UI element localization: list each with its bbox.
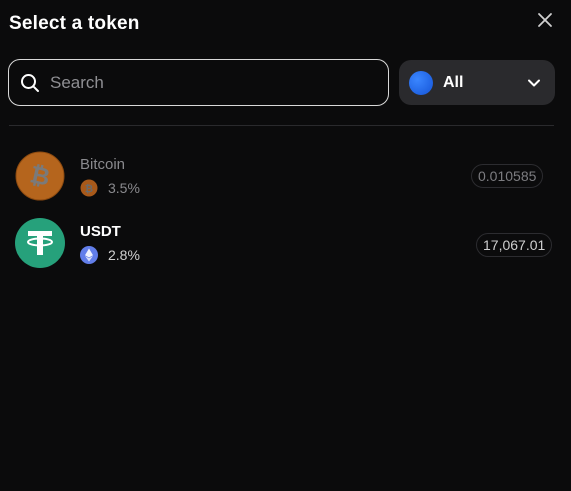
token-percent: 3.5% [108,180,140,196]
bitcoin-logo-icon: ₿ [15,151,65,201]
token-percent: 2.8% [108,247,140,263]
search-box[interactable] [8,59,389,106]
network-filter-dropdown[interactable]: All [399,60,555,105]
ethereum-icon [80,246,98,264]
token-balance: 17,067.01 [476,233,553,257]
network-icon [409,70,433,95]
divider [9,125,554,126]
tether-logo-icon [15,218,65,268]
page-title: Select a token [9,13,140,34]
close-icon[interactable] [536,11,554,29]
token-row-usdt[interactable]: USDT 2.8% 17,067.01 [0,218,571,278]
chevron-down-icon [528,79,540,87]
token-row-bitcoin[interactable]: ₿ Bitcoin ₿ 3.5% 0.010585 [0,151,571,211]
token-balance: 0.010585 [471,164,544,188]
token-name: Bitcoin [80,156,126,173]
svg-text:₿: ₿ [85,183,93,195]
search-icon [21,73,39,92]
bitcoin-icon: ₿ [80,179,98,197]
network-filter-label: All [443,73,464,91]
search-input[interactable] [50,72,350,93]
token-name: USDT [80,223,121,240]
